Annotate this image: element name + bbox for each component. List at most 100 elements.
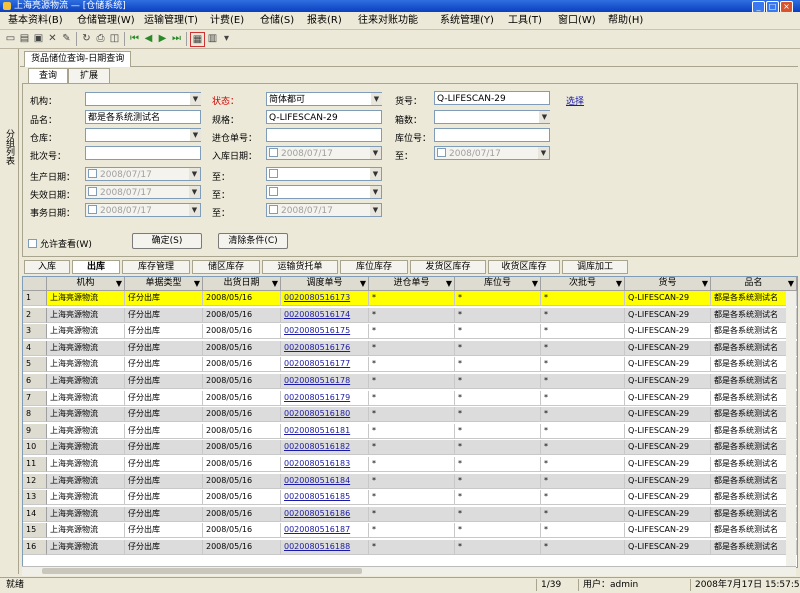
dispatch-link[interactable]: 0020080516173 bbox=[281, 291, 369, 306]
chevron-down-icon[interactable]: ▼ bbox=[189, 168, 200, 180]
menu-warehouse[interactable]: 仓储管理(W) bbox=[77, 12, 135, 29]
dispatch-link[interactable]: 0020080516180 bbox=[281, 407, 369, 423]
tab-ship-stock[interactable]: 发货区库存 bbox=[410, 260, 486, 274]
preview-icon[interactable]: ◫ bbox=[108, 32, 121, 45]
scroll-thumb[interactable] bbox=[42, 568, 362, 574]
new-icon[interactable]: ▭ bbox=[4, 32, 17, 45]
tab-extend[interactable]: 扩展 bbox=[68, 68, 110, 84]
header-shipdate[interactable]: 出货日期 ▼ bbox=[203, 277, 281, 291]
dispatch-link[interactable]: 0020080516187 bbox=[281, 523, 369, 539]
location-input[interactable] bbox=[434, 128, 550, 142]
table-row[interactable]: 3 上海亮源物流 仔分出库 2008/05/16 0020080516175 * * * Q-L… bbox=[23, 324, 797, 340]
trans-date-picker[interactable]: 2008/07/17 ▼ bbox=[85, 203, 201, 217]
tab-transport[interactable]: 运输货托单 bbox=[262, 260, 338, 274]
chevron-down-icon[interactable]: ▼ bbox=[190, 129, 201, 141]
header-inboundno[interactable]: 进仓单号 ▼ bbox=[369, 277, 455, 291]
prev-icon[interactable]: ◀ bbox=[142, 32, 155, 45]
horizontal-scrollbar[interactable] bbox=[22, 566, 796, 576]
filter-icon[interactable]: ▼ bbox=[532, 277, 538, 290]
tab-location-stock[interactable]: 库位库存 bbox=[340, 260, 408, 274]
table-row[interactable]: 10 上海亮源物流 仔分出库 2008/05/16 0020080516182 * * * Q-… bbox=[23, 440, 797, 456]
filter-icon[interactable]: ▼ bbox=[702, 277, 708, 290]
to-b-checkbox[interactable] bbox=[269, 187, 278, 196]
tab-document[interactable]: 货品储位查询-日期查询 bbox=[24, 51, 132, 67]
dispatch-link[interactable]: 0020080516175 bbox=[281, 324, 369, 340]
chevron-down-icon[interactable]: ▼ bbox=[370, 186, 381, 198]
header-org[interactable]: 机构 ▼ bbox=[47, 277, 125, 291]
filter-icon[interactable]: ▼ bbox=[272, 277, 278, 290]
chevron-down-icon[interactable]: ▼ bbox=[370, 147, 381, 159]
filter-icon[interactable]: ▦ bbox=[190, 32, 205, 47]
dispatch-link[interactable]: 0020080516177 bbox=[281, 357, 369, 373]
table-row[interactable]: 14 上海亮源物流 仔分出库 2008/05/16 0020080516186 * * * Q-… bbox=[23, 506, 797, 522]
status-select[interactable]: 简体都可 bbox=[266, 92, 382, 106]
menu-reconcile[interactable]: 往来对账功能 bbox=[358, 12, 418, 29]
table-row[interactable]: 5 上海亮源物流 仔分出库 2008/05/16 0020080516177 * * * Q-L… bbox=[23, 357, 797, 373]
table-row[interactable]: 8 上海亮源物流 仔分出库 2008/05/16 0020080516180 * * * Q-L… bbox=[23, 407, 797, 423]
menu-help[interactable]: 帮助(H) bbox=[608, 12, 643, 29]
chevron-down-icon[interactable]: ▼ bbox=[538, 147, 549, 159]
chevron-down-icon[interactable]: ▼ bbox=[370, 204, 381, 216]
filter-icon[interactable]: ▼ bbox=[616, 277, 622, 290]
first-icon[interactable]: ⏮ bbox=[128, 32, 141, 45]
menu-system[interactable]: 系统管理(Y) bbox=[440, 12, 494, 29]
org-select[interactable] bbox=[85, 92, 201, 106]
table-row[interactable]: 9 上海亮源物流 仔分出库 2008/05/16 0020080516181 * * * Q-L… bbox=[23, 423, 797, 439]
table-row[interactable]: 6 上海亮源物流 仔分出库 2008/05/16 0020080516178 * * * Q-L… bbox=[23, 374, 797, 389]
filter-icon[interactable]: ▼ bbox=[194, 277, 200, 290]
table-row[interactable]: 15 上海亮源物流 仔分出库 2008/05/16 0020080516187 * * * Q-… bbox=[23, 523, 797, 539]
batch-input[interactable] bbox=[85, 146, 201, 160]
menu-tools[interactable]: 工具(T) bbox=[508, 12, 542, 29]
header-dispatchno[interactable]: 调度单号 ▼ bbox=[281, 277, 369, 291]
dispatch-link[interactable]: 0020080516174 bbox=[281, 307, 369, 323]
dispatch-link[interactable]: 0020080516184 bbox=[281, 473, 369, 489]
tab-outbound[interactable]: 出库 bbox=[72, 260, 120, 274]
open-icon[interactable]: ▤ bbox=[18, 32, 31, 45]
header-location[interactable]: 库位号 ▼ bbox=[455, 277, 541, 291]
dispatch-link[interactable]: 0020080516188 bbox=[281, 540, 369, 555]
to-b-select[interactable]: ▼ bbox=[266, 185, 382, 199]
table-row[interactable]: 12 上海亮源物流 仔分出库 2008/05/16 0020080516184 * * * Q-… bbox=[23, 473, 797, 489]
to-a-checkbox[interactable] bbox=[269, 169, 278, 178]
chevron-down-icon[interactable]: ▼ bbox=[189, 204, 200, 216]
to-a-select[interactable]: ▼ bbox=[266, 167, 382, 181]
tab-receive-stock[interactable]: 收货区库存 bbox=[488, 260, 560, 274]
exp-date-checkbox[interactable] bbox=[88, 187, 97, 196]
to-c-picker[interactable]: 2008/07/17 ▼ bbox=[266, 203, 382, 217]
tab-query[interactable]: 查询 bbox=[28, 68, 68, 84]
exp-date-picker[interactable]: 2008/07/17 ▼ bbox=[85, 185, 201, 199]
table-row[interactable]: 1 上海亮源物流 仔分出库 2008/05/16 0020080516173 * * * Q-L… bbox=[23, 291, 797, 306]
trans-date-checkbox[interactable] bbox=[88, 205, 97, 214]
table-row[interactable]: 4 上海亮源物流 仔分出库 2008/05/16 0020080516176 * * * Q-L… bbox=[23, 340, 797, 356]
filter-icon[interactable]: ▼ bbox=[446, 277, 452, 290]
chevron-down-icon[interactable]: ▼ bbox=[539, 111, 550, 123]
checkbox-icon[interactable] bbox=[28, 239, 37, 248]
dispatch-link[interactable]: 0020080516176 bbox=[281, 340, 369, 356]
dispatch-link[interactable]: 0020080516181 bbox=[281, 423, 369, 439]
dropdown-icon[interactable]: ▾ bbox=[220, 32, 233, 45]
clear-button[interactable]: 清除条件(C) bbox=[218, 233, 288, 249]
dispatch-link[interactable]: 0020080516186 bbox=[281, 506, 369, 522]
filter-icon[interactable]: ▼ bbox=[116, 277, 122, 290]
view-all-checkbox[interactable]: 允许查看(W) bbox=[28, 237, 92, 250]
chevron-down-icon[interactable]: ▼ bbox=[190, 93, 201, 105]
table-row[interactable]: 16 上海亮源物流 仔分出库 2008/05/16 0020080516188 * * * Q-… bbox=[23, 540, 797, 555]
dispatch-link[interactable]: 0020080516185 bbox=[281, 490, 369, 506]
menu-window[interactable]: 窗口(W) bbox=[558, 12, 596, 29]
warehouse-select[interactable] bbox=[85, 128, 201, 142]
carton-select[interactable] bbox=[434, 110, 550, 124]
header-itemno[interactable]: 货号 ▼ bbox=[625, 277, 711, 291]
select-link[interactable]: 选择 bbox=[566, 94, 584, 107]
filter-icon[interactable]: ▼ bbox=[360, 277, 366, 290]
print-icon[interactable]: ⎙ bbox=[94, 32, 107, 45]
menu-report[interactable]: 报表(R) bbox=[307, 12, 342, 29]
to-date-checkbox[interactable] bbox=[437, 148, 446, 157]
prod-date-checkbox[interactable] bbox=[88, 169, 97, 178]
save-icon[interactable]: ▣ bbox=[32, 32, 45, 45]
grid-icon[interactable]: ▥ bbox=[206, 32, 219, 45]
menu-basic[interactable]: 基本资料(B) bbox=[8, 12, 63, 29]
chevron-down-icon[interactable]: ▼ bbox=[371, 93, 382, 105]
dispatch-link[interactable]: 0020080516183 bbox=[281, 457, 369, 472]
filter-icon[interactable]: ▼ bbox=[788, 277, 794, 290]
spec-input[interactable]: Q-LIFESCAN-29 bbox=[266, 110, 382, 124]
